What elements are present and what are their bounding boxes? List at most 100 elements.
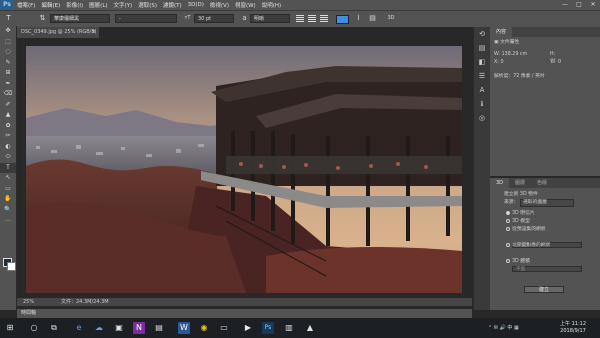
y-value[interactable]: 0 [558,59,561,67]
more-tools-icon[interactable]: … [0,215,16,226]
font-style-select[interactable]: - [115,14,177,23]
tab-layers[interactable]: 圖層 [509,178,531,188]
background-color-swatch[interactable] [7,262,16,271]
photoshop-taskbar-icon[interactable]: Ps [262,322,274,334]
taskbar-clock[interactable]: 上午 11:12 2018/9/17 [560,321,586,334]
menu-image[interactable]: 影像(I) [63,1,86,9]
menu-edit[interactable]: 編輯(E) [38,1,63,9]
text-color-swatch[interactable] [336,15,349,24]
system-tray[interactable]: ⌃ ✉ 🔊 中 ▦ [488,318,519,338]
hand-tool-icon[interactable]: ✋ [0,194,16,205]
type-tool-icon[interactable]: T [4,14,13,23]
info-panel-icon[interactable]: ℹ [474,97,490,111]
word-icon[interactable]: W [178,322,190,334]
calculator-icon[interactable]: ▥ [283,322,295,334]
tab-properties[interactable]: 內容 [490,27,513,37]
crop-tool-icon[interactable]: ⊞ [0,68,16,79]
option-preset-mesh[interactable]: 從預設集的網狀 [490,226,600,234]
menu-filter[interactable]: 濾鏡(T) [160,1,185,9]
onenote-icon[interactable]: N [133,322,145,334]
character-panel-icon[interactable]: A [474,83,490,97]
file-explorer-icon[interactable]: ▤ [153,322,165,334]
task-view-icon[interactable]: ⧉ [48,322,60,334]
zoom-level[interactable]: 25% [23,298,34,306]
radio-preset-mesh[interactable] [506,226,510,231]
brush-tool-icon[interactable]: ✐ [0,100,16,111]
start-button-icon[interactable]: ⊞ [4,322,16,334]
close-button[interactable]: ✕ [586,0,600,10]
eraser-tool-icon[interactable]: ✂ [0,131,16,142]
align-center-icon[interactable] [308,15,316,22]
edge-icon[interactable]: e [73,322,85,334]
source-select[interactable]: 選取的圖層 [519,199,574,207]
history-panel-icon[interactable]: ⟲ [474,27,490,41]
close-document-icon[interactable]: × [92,27,96,38]
timeline-panel-tab[interactable]: 時間軸 [17,309,472,318]
gradient-tool-icon[interactable]: ◐ [0,142,16,153]
menu-type[interactable]: 文字(Y) [111,1,136,9]
menu-help[interactable]: 說明(H) [259,1,284,9]
move-tool-icon[interactable]: ✥ [0,26,16,37]
document-tab[interactable]: DSC_0349.jpg @ 25% (RGB/8) × [17,27,99,38]
maximize-button[interactable]: □ [572,0,586,10]
lasso-tool-icon[interactable]: ◌ [0,47,16,58]
history-brush-tool-icon[interactable]: ✿ [0,121,16,132]
character-panel-icon[interactable]: ▤ [368,14,377,23]
menu-file[interactable]: 檔案(F) [14,1,38,9]
x-value[interactable]: 0 [500,60,503,65]
option-volume[interactable]: 3D 體積 [490,258,600,266]
menu-select[interactable]: 選取(S) [135,1,160,9]
media-player-icon[interactable]: ▶ [242,322,254,334]
radio-volume[interactable] [506,258,510,263]
3d-mode-button[interactable]: 3D [385,14,397,23]
chrome-icon[interactable]: ◉ [198,322,210,334]
link-dimensions-icon[interactable]: ⛓ [550,58,556,64]
menu-window[interactable]: 視窗(W) [232,1,259,9]
eyedropper-tool-icon[interactable]: ✒ [0,79,16,90]
document-image[interactable] [26,46,462,293]
radio-model[interactable] [506,218,510,223]
search-icon[interactable]: ○ [28,322,40,334]
warp-text-icon[interactable]: ⌇ [354,14,363,23]
depth-map-select[interactable]: 平面 [512,266,582,272]
3d-panel-icon[interactable]: ◎ [474,111,490,125]
rectangle-tool-icon[interactable]: ▭ [0,184,16,195]
font-size-select[interactable]: 30 pt [194,14,234,23]
minimize-button[interactable]: — [558,0,572,10]
option-model[interactable]: 3D 模型 [490,218,600,226]
pen-tool-icon[interactable]: T [0,162,16,173]
option-postcard[interactable]: 3D 明信片 [490,210,600,218]
marquee-tool-icon[interactable]: ⬚ [0,37,16,48]
menu-layer[interactable]: 圖層(L) [86,1,110,9]
paragraph-panel-icon[interactable]: ☰ [474,69,490,83]
quick-select-tool-icon[interactable]: ✎ [0,58,16,69]
onedrive-icon[interactable]: ☁ [93,322,105,334]
photos-icon[interactable]: ▲ [304,322,316,334]
layers-panel-icon[interactable]: ▤ [474,41,490,55]
dodge-tool-icon[interactable]: ⬭ [0,152,16,163]
adjustments-panel-icon[interactable]: ◧ [474,55,490,69]
option-depth-map[interactable]: 從深度對應的網狀 [490,242,600,250]
radio-postcard[interactable] [506,210,510,215]
zoom-tool-icon[interactable]: 🔍 [0,205,16,216]
properties-panel: 內容 ▣ 文件屬性 W: 138.29 cm H: X: 0 Y: 0 ⛓ 解析… [490,27,600,176]
align-right-icon[interactable] [320,15,328,22]
font-family-select[interactable]: 華康儷細黑 [50,14,110,23]
window-app-icon[interactable]: ▭ [218,322,230,334]
tab-3d[interactable]: 3D [490,178,510,188]
photoshop-logo: Ps [0,0,14,10]
tab-channels[interactable]: 色版 [531,178,553,188]
antialias-select[interactable]: 明晰 [250,14,290,23]
menu-view[interactable]: 檢視(V) [207,1,232,9]
create-button[interactable]: 建立 [524,286,564,293]
healing-brush-tool-icon[interactable]: ⌫ [0,89,16,100]
align-left-icon[interactable] [296,15,304,22]
clone-stamp-tool-icon[interactable]: ▲ [0,110,16,121]
store-icon[interactable]: ▣ [113,322,125,334]
width-value[interactable]: 138.29 cm [502,52,528,57]
radio-depth-map[interactable] [506,242,510,247]
clock-time: 上午 11:12 [560,321,586,327]
path-select-tool-icon[interactable]: ↖ [0,173,16,184]
menu-3d[interactable]: 3D(D) [185,2,207,8]
toggle-orientation-icon[interactable]: ⇅ [38,14,47,23]
